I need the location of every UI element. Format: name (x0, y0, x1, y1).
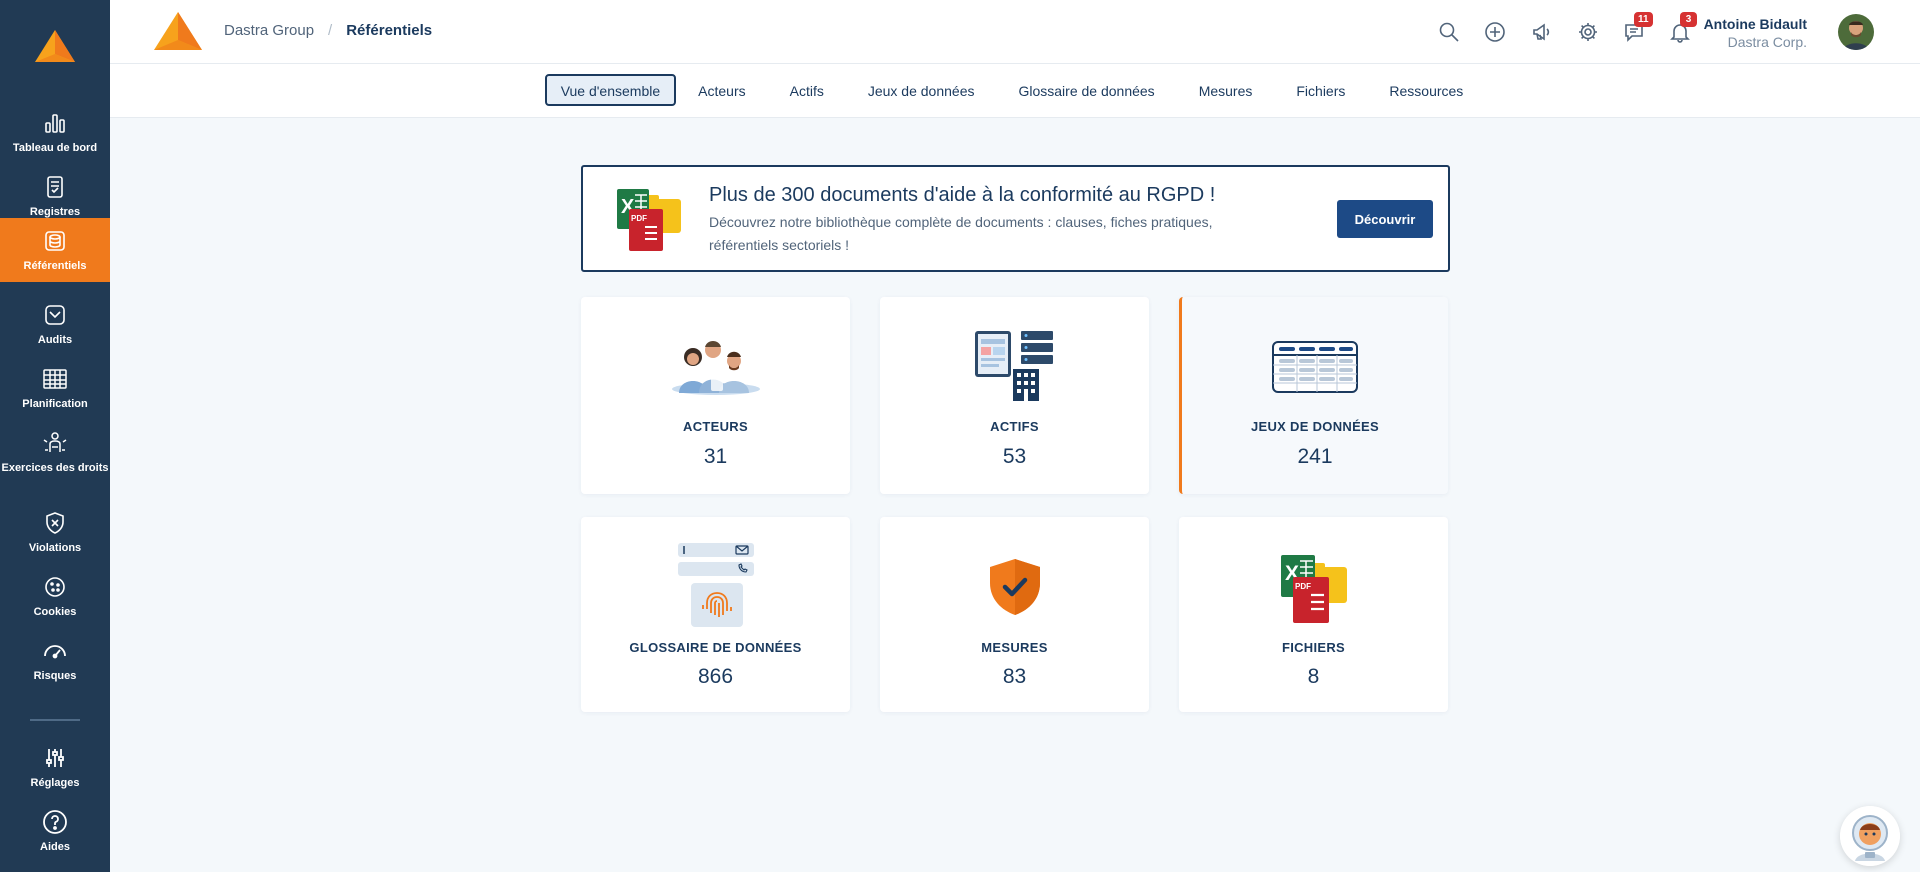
promo-title: Plus de 300 documents d'aide à la confor… (709, 184, 1216, 206)
avatar[interactable] (1838, 14, 1874, 50)
sidebar-item-label: Cookies (33, 606, 77, 618)
sidebar-item-label: Aides (40, 841, 70, 853)
add-circle-icon[interactable] (1481, 18, 1509, 46)
actors-illustration (581, 337, 850, 395)
sidebar-item-referentiels[interactable]: Référentiels (0, 218, 110, 282)
audit-icon (42, 302, 68, 328)
card-fichiers[interactable]: X PDF FICHIERS 8 (1179, 517, 1448, 712)
help-circle-icon (42, 809, 68, 835)
card-label: GLOSSAIRE DE DONNÉES (629, 640, 802, 655)
card-acteurs[interactable]: ACTEURS 31 (581, 297, 850, 494)
card-jeux-de-donnees[interactable]: JEUX DE DONNÉES 241 (1179, 297, 1448, 494)
sidebar-item-violations[interactable]: Violations (0, 500, 110, 564)
card-value: 31 (703, 445, 728, 468)
tab-vue-d-ensemble[interactable]: Vue d'ensemble (544, 74, 677, 106)
person-rights-icon (42, 430, 68, 456)
sidebar-item-risques[interactable]: Risques (0, 628, 110, 692)
documents-icon: X PDF (617, 189, 681, 251)
assets-illustration (880, 329, 1149, 401)
database-icon (42, 228, 68, 254)
sidebar-item-tableau-de-bord[interactable]: Tableau de bord (0, 100, 110, 164)
megaphone-icon[interactable] (1528, 18, 1556, 46)
search-icon[interactable] (1435, 18, 1463, 46)
svg-text:PDF: PDF (631, 214, 647, 223)
promo-banner: X PDF Plus de 300 documents d'aide à la … (581, 165, 1450, 272)
gear-icon[interactable] (1574, 18, 1602, 46)
card-value: 8 (1307, 665, 1320, 688)
tab-glossaire-de-donnees[interactable]: Glossaire de données (996, 74, 1176, 106)
gauge-icon (42, 638, 68, 664)
card-value: 241 (1297, 445, 1333, 468)
header-actions: 11 3 (110, 12, 1920, 46)
sidebar-item-label: Référentiels (23, 260, 87, 272)
card-glossaire-de-donnees[interactable]: GLOSSAIRE DE DONNÉES 866 (581, 517, 850, 712)
svg-text:PDF: PDF (1295, 582, 1311, 591)
tab-actifs[interactable]: Actifs (768, 74, 846, 106)
card-label: ACTIFS (990, 419, 1039, 434)
sidebar-item-exercices-des-droits[interactable]: Exercices des droits (0, 420, 110, 498)
sidebar-divider (30, 719, 80, 721)
cookie-icon (42, 574, 68, 600)
card-value: 83 (1002, 665, 1027, 688)
sidebar-item-label: Exercices des droits (1, 462, 109, 474)
user-info[interactable]: Antoine Bidault Dastra Corp. (1704, 15, 1807, 51)
bell-badge: 3 (1680, 12, 1697, 27)
sidebar-item-label: Violations (28, 542, 82, 554)
sidebar-item-label: Tableau de bord (12, 142, 98, 154)
sidebar-item-label: Audits (37, 334, 73, 346)
astronaut-icon (1840, 806, 1900, 866)
help-chat-bot[interactable] (1840, 806, 1900, 866)
register-icon (42, 174, 68, 200)
sliders-icon (42, 745, 68, 771)
promo-description: Découvrez notre bibliothèque complète de… (709, 214, 1213, 253)
chat-badge: 11 (1634, 12, 1653, 27)
chat-icon[interactable]: 11 (1620, 12, 1653, 46)
glossary-illustration (581, 541, 850, 629)
tab-list: Vue d'ensemble Acteurs Actifs Jeux de do… (110, 74, 1920, 106)
tab-mesures[interactable]: Mesures (1177, 74, 1275, 106)
card-value: 866 (697, 665, 734, 688)
sidebar-item-aides[interactable]: Aides (0, 799, 110, 863)
bar-chart-icon (42, 110, 68, 136)
dataset-table-illustration (1182, 341, 1448, 393)
card-value: 53 (1002, 445, 1027, 468)
shield-check-icon (880, 558, 1149, 616)
shield-x-icon (42, 510, 68, 536)
tab-jeux-de-donnees[interactable]: Jeux de données (846, 74, 997, 106)
tab-acteurs[interactable]: Acteurs (676, 74, 767, 106)
dastra-logo[interactable] (33, 28, 77, 66)
discover-button[interactable]: Découvrir (1337, 200, 1433, 238)
sidebar-item-cookies[interactable]: Cookies (0, 564, 110, 628)
card-actifs[interactable]: ACTIFS 53 (880, 297, 1149, 494)
sidebar-item-reglages[interactable]: Réglages (0, 735, 110, 799)
sidebar: Tableau de bord Registres Référentiels A… (0, 0, 110, 872)
card-label: FICHIERS (1281, 640, 1346, 655)
card-label: ACTEURS (683, 419, 748, 434)
sidebar-item-label: Réglages (30, 777, 80, 789)
card-label: JEUX DE DONNÉES (1250, 419, 1380, 434)
calendar-grid-icon (42, 366, 68, 392)
tab-fichiers[interactable]: Fichiers (1274, 74, 1367, 106)
user-company: Dastra Corp. (1727, 34, 1807, 50)
top-header: Dastra Group / Référentiels 11 3 Antoine… (110, 0, 1920, 64)
sidebar-item-planification[interactable]: Planification (0, 356, 110, 420)
tab-ressources[interactable]: Ressources (1367, 74, 1485, 106)
tab-bar: Vue d'ensemble Acteurs Actifs Jeux de do… (110, 64, 1920, 118)
bell-icon[interactable]: 3 (1666, 12, 1697, 46)
sidebar-item-audits[interactable]: Audits (0, 292, 110, 356)
user-name: Antoine Bidault (1703, 16, 1807, 32)
sidebar-item-label: Risques (33, 670, 77, 682)
sidebar-item-label: Planification (22, 398, 88, 410)
card-label: MESURES (981, 640, 1048, 655)
files-icon: X PDF (1179, 553, 1448, 625)
card-mesures[interactable]: MESURES 83 (880, 517, 1149, 712)
